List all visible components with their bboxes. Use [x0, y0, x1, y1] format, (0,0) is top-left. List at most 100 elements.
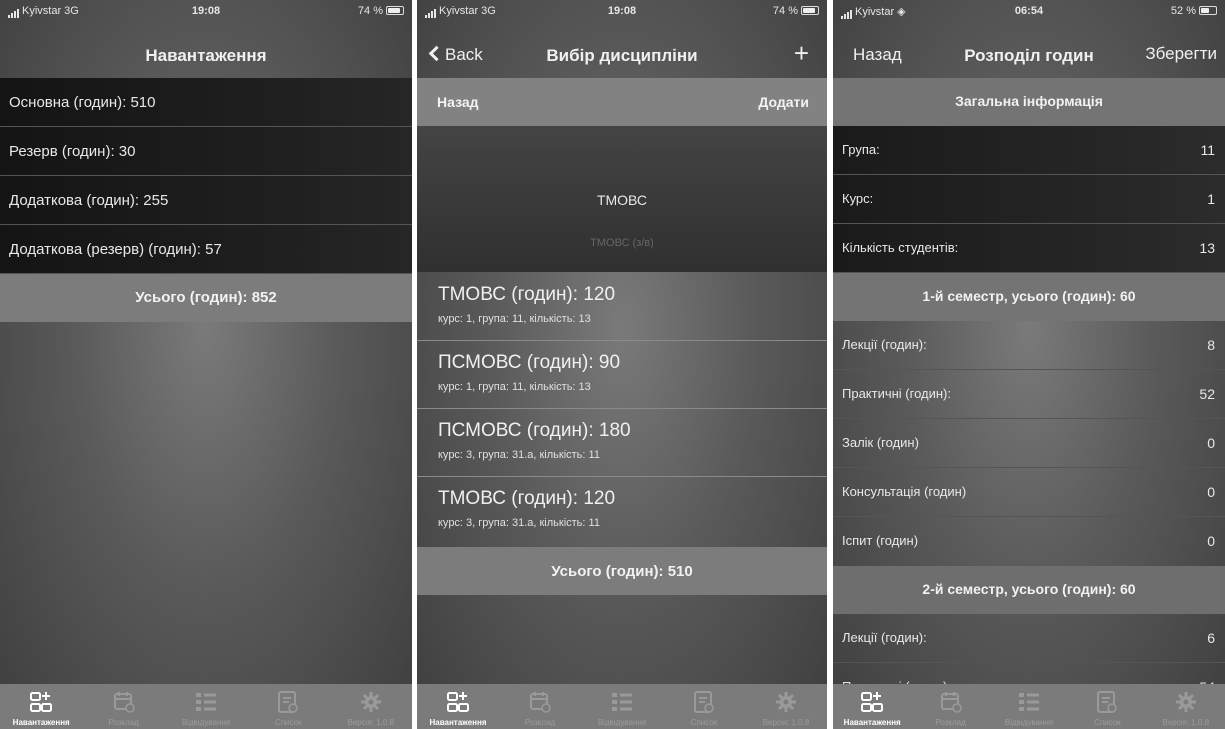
battery-icon — [1199, 6, 1217, 15]
tab-label: Список — [690, 718, 718, 727]
battery-percent: 74 % — [357, 5, 383, 17]
save-button[interactable]: Зберегти — [1145, 44, 1217, 64]
tab-load[interactable]: Навантаження — [833, 684, 911, 729]
attendance-list-icon — [610, 690, 634, 714]
calendar-icon — [939, 690, 963, 714]
tab-label: Розклад — [935, 718, 966, 727]
tab-bar: Навантаження Розклад Відвідування Список Вер… — [0, 684, 412, 729]
subject-title: ПСМОВС (годин): 90 — [438, 352, 621, 373]
add-discipline-button[interactable]: Додати — [758, 94, 809, 110]
tab-load[interactable]: Навантаження — [0, 684, 82, 729]
row-label: Група: — [842, 142, 880, 157]
tab-calendar[interactable]: Розклад — [499, 684, 581, 729]
add-button[interactable]: + — [794, 40, 809, 67]
tab-list-doc[interactable]: Список — [247, 684, 329, 729]
subject-details: курс: 1, група: 11, кількість: 13 — [438, 313, 591, 325]
nav-bar: Назад Розподіл годин Зберегти — [833, 22, 1225, 78]
status-bar: Kyivstar ◈ 06:54 52 % — [833, 0, 1225, 22]
tab-calendar[interactable]: Розклад — [82, 684, 164, 729]
screen-select-discipline: Kyivstar 3G 19:08 74 % Back Вибір дисцип… — [417, 0, 827, 729]
battery-icon — [386, 6, 404, 15]
tab-list-doc[interactable]: Список — [1068, 684, 1146, 729]
tab-label: Версія: 1.0.8 — [347, 718, 395, 727]
tab-label: Навантаження — [12, 718, 70, 727]
info-row-course: Курс: 1 — [833, 175, 1225, 224]
tab-label: Список — [1094, 718, 1121, 727]
row-label: Лекції (годин): — [842, 337, 927, 352]
row-label: Іспит (годин) — [842, 533, 919, 548]
list-item[interactable]: ТМОВС (годин): 120 курс: 1, група: 11, к… — [417, 273, 827, 341]
subject-details: курс: 1, група: 11, кількість: 13 — [438, 381, 591, 393]
tab-attendance-list[interactable]: Відвідування — [165, 684, 247, 729]
tab-label: Відвідування — [1004, 718, 1054, 727]
info-row-group: Група: 11 — [833, 126, 1225, 175]
row-label: Лекції (годин): — [842, 630, 927, 645]
load-row-reserve[interactable]: Резерв (годин): 30 — [0, 127, 412, 176]
gear-icon — [1174, 690, 1198, 714]
section-header-general: Загальна інформація — [833, 78, 1225, 126]
tab-calendar[interactable]: Розклад — [911, 684, 989, 729]
battery-icon — [801, 6, 819, 15]
subject-details: курс: 3, група: 31.а, кількість: 11 — [438, 517, 600, 529]
gear-icon — [774, 690, 798, 714]
row-value: 6 — [1207, 630, 1215, 646]
total-label: Усього (годин): 510 — [551, 563, 693, 580]
tab-list-doc[interactable]: Список — [663, 684, 745, 729]
attendance-list-icon — [1017, 690, 1041, 714]
tab-load[interactable]: Навантаження — [417, 684, 499, 729]
subject-title: ТМОВС (годин): 120 — [438, 488, 616, 509]
nav-bar: Навантаження — [0, 22, 412, 78]
picker-next-option: ТМОВС (з/в) — [590, 237, 654, 249]
page-title: Вибір дисципліни — [546, 46, 698, 65]
section-header-semester-2: 2-й семестр, усього (годин): 60 — [833, 566, 1225, 614]
tab-label: Навантаження — [429, 718, 487, 727]
calendar-icon — [112, 690, 136, 714]
hours-row-credit-1[interactable]: Залік (годин) 0 — [833, 419, 1225, 468]
hours-row-consultation-1[interactable]: Консультація (годин) 0 — [833, 468, 1225, 517]
load-row-additional[interactable]: Додаткова (годин): 255 — [0, 176, 412, 225]
tab-bar: Навантаження Розклад Відвідування Список Вер… — [833, 684, 1225, 729]
tab-attendance-list[interactable]: Відвідування — [581, 684, 663, 729]
calendar-icon — [528, 690, 552, 714]
subject-title: ПСМОВС (годин): 180 — [438, 420, 631, 441]
load-row-additional-reserve[interactable]: Додаткова (резерв) (годин): 57 — [0, 225, 412, 274]
list-item[interactable]: ТМОВС (годин): 120 курс: 3, група: 31.а,… — [417, 477, 827, 545]
section-title: Загальна інформація — [955, 93, 1103, 109]
hours-row-practical-1[interactable]: Практичні (годин): 52 — [833, 370, 1225, 419]
tab-bar: Навантаження Розклад Відвідування Список Вер… — [417, 684, 827, 729]
row-label: Резерв (годин): 30 — [9, 143, 136, 160]
row-label: Курс: — [842, 191, 874, 206]
hours-row-lectures-2[interactable]: Лекції (годин): 6 — [833, 614, 1225, 663]
screen-hours-distribution: Kyivstar ◈ 06:54 52 % Назад Розподіл годи… — [833, 0, 1225, 729]
total-bar: Усього (годин): 510 — [417, 547, 827, 595]
load-icon — [860, 690, 884, 714]
list-item[interactable]: ПСМОВС (годин): 90 курс: 1, група: 11, к… — [417, 341, 827, 409]
battery-percent: 52 % — [1170, 5, 1196, 17]
row-value: 11 — [1200, 142, 1215, 158]
row-value: 0 — [1207, 435, 1215, 451]
list-item[interactable]: ПСМОВС (годин): 180 курс: 3, група: 31.а… — [417, 409, 827, 477]
tab-label: Навантаження — [843, 718, 901, 727]
section-header-semester-1: 1-й семестр, усього (годин): 60 — [833, 273, 1225, 321]
row-label: Практичні (годин): — [842, 386, 952, 401]
row-value: 0 — [1207, 533, 1215, 549]
status-bar: Kyivstar 3G 19:08 74 % — [0, 0, 412, 22]
list-doc-icon — [1095, 690, 1119, 714]
discipline-picker[interactable]: ТМОВС ТМОВС (з/в) — [417, 126, 827, 272]
tab-gear[interactable]: Версія: 1.0.8 — [1147, 684, 1225, 729]
row-label: Залік (годин) — [842, 435, 919, 450]
tab-label: Список — [275, 718, 302, 727]
status-bar: Kyivstar 3G 19:08 74 % — [417, 0, 827, 22]
tab-gear[interactable]: Версія: 1.0.8 — [330, 684, 412, 729]
tab-attendance-list[interactable]: Відвідування — [990, 684, 1068, 729]
tab-label: Версія: 1.0.8 — [762, 718, 810, 727]
row-label: Додаткова (годин): 255 — [9, 192, 169, 209]
row-label: Основна (годин): 510 — [9, 94, 156, 111]
gear-icon — [359, 690, 383, 714]
load-row-main[interactable]: Основна (годин): 510 — [0, 78, 412, 127]
tab-gear[interactable]: Версія: 1.0.8 — [745, 684, 827, 729]
hours-row-lectures-1[interactable]: Лекції (годин): 8 — [833, 321, 1225, 370]
row-value: 1 — [1207, 191, 1215, 207]
hours-row-exam-1[interactable]: Іспит (годин) 0 — [833, 517, 1225, 566]
cancel-button[interactable]: Назад — [437, 94, 479, 110]
